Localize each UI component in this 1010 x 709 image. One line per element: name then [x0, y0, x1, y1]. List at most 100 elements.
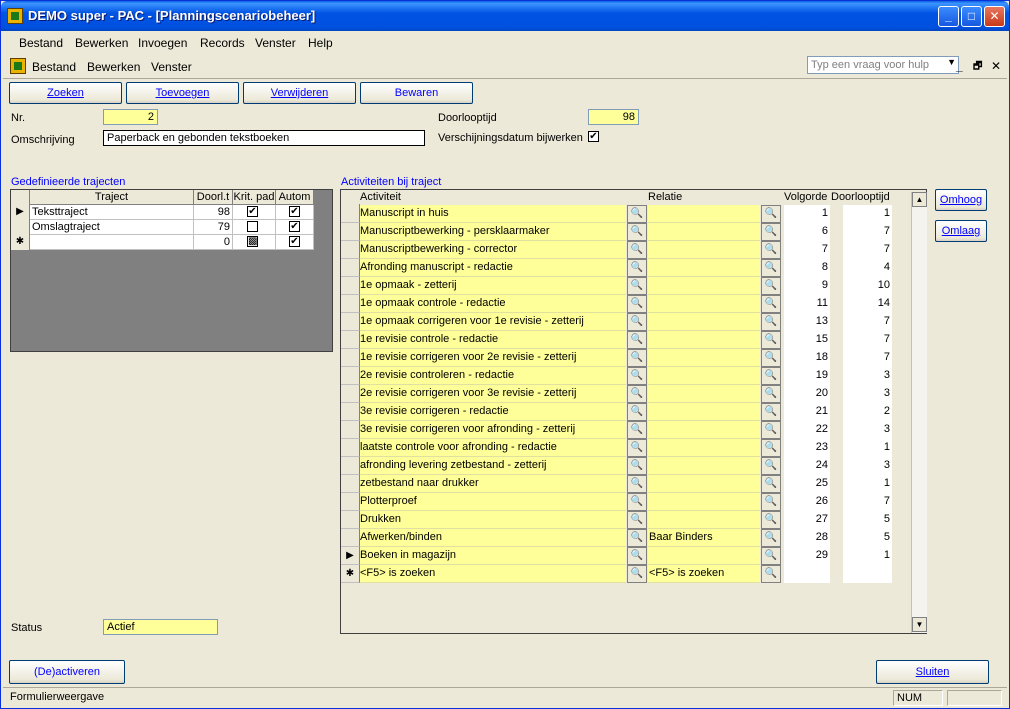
volgorde-cell[interactable]: 15 [784, 331, 830, 349]
lookup-icon[interactable]: 🔍 [761, 385, 781, 403]
activiteit-cell[interactable]: <F5> is zoeken [360, 565, 626, 583]
doorlooptijd-cell[interactable]: 7 [843, 493, 892, 511]
doorlooptijd-cell[interactable]: 3 [843, 385, 892, 403]
relatie-cell[interactable] [648, 421, 760, 439]
lookup-icon[interactable]: 🔍 [627, 295, 647, 313]
row-selector[interactable] [341, 511, 360, 529]
relatie-cell[interactable] [648, 403, 760, 421]
activiteit-row[interactable]: Afronding manuscript - redactie 🔍 🔍 8 4 [341, 259, 911, 277]
activiteit-row[interactable]: ✱ <F5> is zoeken 🔍 <F5> is zoeken 🔍 [341, 565, 911, 583]
doorlooptijd-cell[interactable]: 7 [843, 313, 892, 331]
row-selector[interactable] [341, 529, 360, 547]
doc-restore-button[interactable]: 🗗 [973, 59, 982, 76]
row-selector[interactable] [341, 205, 360, 223]
row-selector[interactable] [341, 475, 360, 493]
activiteit-row[interactable]: 3e revisie corrigeren - redactie 🔍 🔍 21 2 [341, 403, 911, 421]
doorlooptijd-cell[interactable]: 7 [843, 349, 892, 367]
volgorde-cell[interactable]: 9 [784, 277, 830, 295]
lookup-icon[interactable]: 🔍 [627, 493, 647, 511]
autom-checkbox[interactable]: ✔ [289, 206, 300, 217]
doorlooptijd-cell[interactable]: 2 [843, 403, 892, 421]
menu-records[interactable]: Records [200, 36, 245, 50]
row-selector[interactable]: ▶ [11, 205, 30, 220]
activiteit-cell[interactable]: Afwerken/binden [360, 529, 626, 547]
volgorde-cell[interactable]: 24 [784, 457, 830, 475]
help-search-input[interactable]: Typ een vraag voor hulp ▼ [807, 56, 959, 74]
activiteit-cell[interactable]: Manuscript in huis [360, 205, 626, 223]
header-autom[interactable]: Autom [276, 190, 314, 205]
activiteit-cell[interactable]: Drukken [360, 511, 626, 529]
doorlooptijd-cell[interactable]: 1 [843, 439, 892, 457]
relatie-cell[interactable] [648, 367, 760, 385]
sluiten-button[interactable]: Sluiten [876, 660, 989, 684]
relatie-cell[interactable] [648, 493, 760, 511]
header-relatie[interactable]: Relatie [648, 190, 682, 205]
verschijningsdatum-checkbox[interactable]: ✔ [588, 131, 599, 142]
activiteit-cell[interactable]: Afronding manuscript - redactie [360, 259, 626, 277]
volgorde-cell[interactable]: 1 [784, 205, 830, 223]
row-selector[interactable] [341, 349, 360, 367]
nr-field[interactable]: 2 [103, 109, 158, 125]
relatie-cell[interactable]: Baar Binders [648, 529, 760, 547]
menu2-venster[interactable]: Venster [151, 60, 192, 74]
form-icon[interactable] [10, 58, 26, 74]
doorlooptijd-cell[interactable]: 10 [843, 277, 892, 295]
activiteit-row[interactable]: Plotterproef 🔍 🔍 26 7 [341, 493, 911, 511]
volgorde-cell[interactable]: 29 [784, 547, 830, 565]
doorlooptijd-cell[interactable]: 3 [843, 457, 892, 475]
lookup-icon[interactable]: 🔍 [627, 511, 647, 529]
volgorde-cell[interactable]: 26 [784, 493, 830, 511]
status-field[interactable]: Actief [103, 619, 218, 635]
menu-bestand[interactable]: Bestand [19, 36, 63, 50]
autom-checkbox[interactable]: ✔ [289, 236, 300, 247]
lookup-icon[interactable]: 🔍 [761, 205, 781, 223]
volgorde-cell[interactable]: 25 [784, 475, 830, 493]
row-selector[interactable] [341, 385, 360, 403]
traject-cell[interactable]: Teksttraject [30, 205, 194, 220]
doorlooptijd-field[interactable]: 98 [588, 109, 639, 125]
activiteit-row[interactable]: Afwerken/binden 🔍 Baar Binders 🔍 28 5 [341, 529, 911, 547]
activiteit-cell[interactable]: 3e revisie corrigeren voor afronding - z… [360, 421, 626, 439]
row-selector[interactable] [341, 493, 360, 511]
maximize-button[interactable]: □ [961, 6, 982, 27]
doorl-cell[interactable]: 79 [194, 220, 233, 235]
lookup-icon[interactable]: 🔍 [627, 565, 647, 583]
activiteit-row[interactable]: 3e revisie corrigeren voor afronding - z… [341, 421, 911, 439]
doorlooptijd-cell[interactable]: 7 [843, 241, 892, 259]
header-traject[interactable]: Traject [30, 190, 194, 205]
krit-checkbox[interactable]: ✔ [247, 206, 258, 217]
bewaren-button[interactable]: Bewaren [360, 82, 473, 104]
doorlooptijd-cell[interactable]: 5 [843, 511, 892, 529]
app-icon[interactable] [7, 8, 23, 24]
activiteit-cell[interactable]: afronding levering zetbestand - zetterij [360, 457, 626, 475]
header-krit[interactable]: Krit. pad [233, 190, 276, 205]
activiteit-cell[interactable]: Manuscriptbewerking - persklaarmaker [360, 223, 626, 241]
relatie-cell[interactable] [648, 547, 760, 565]
scroll-down-icon[interactable]: ▼ [912, 617, 927, 632]
lookup-icon[interactable]: 🔍 [627, 331, 647, 349]
activiteit-cell[interactable]: Manuscriptbewerking - corrector [360, 241, 626, 259]
close-button[interactable]: ✕ [984, 6, 1005, 27]
lookup-icon[interactable]: 🔍 [627, 403, 647, 421]
activiteit-row[interactable]: 2e revisie corrigeren voor 3e revisie - … [341, 385, 911, 403]
row-selector[interactable] [341, 295, 360, 313]
activiteit-row[interactable]: 1e revisie controle - redactie 🔍 🔍 15 7 [341, 331, 911, 349]
row-selector[interactable] [341, 457, 360, 475]
minimize-button[interactable]: _ [938, 6, 959, 27]
menu-help[interactable]: Help [308, 36, 333, 50]
volgorde-cell[interactable]: 28 [784, 529, 830, 547]
trajecten-row[interactable]: Omslagtraject 79 ✔ [11, 220, 314, 235]
row-selector[interactable] [341, 277, 360, 295]
lookup-icon[interactable]: 🔍 [627, 205, 647, 223]
volgorde-cell[interactable]: 19 [784, 367, 830, 385]
lookup-icon[interactable]: 🔍 [627, 223, 647, 241]
lookup-icon[interactable]: 🔍 [627, 385, 647, 403]
krit-checkbox[interactable] [247, 221, 258, 232]
row-selector[interactable] [341, 439, 360, 457]
activiteit-row[interactable]: Manuscriptbewerking - persklaarmaker 🔍 🔍 6 7 [341, 223, 911, 241]
lookup-icon[interactable]: 🔍 [761, 367, 781, 385]
lookup-icon[interactable]: 🔍 [761, 421, 781, 439]
scroll-up-icon[interactable]: ▲ [912, 192, 927, 207]
activiteit-row[interactable]: 1e opmaak controle - redactie 🔍 🔍 11 14 [341, 295, 911, 313]
row-selector[interactable] [341, 259, 360, 277]
